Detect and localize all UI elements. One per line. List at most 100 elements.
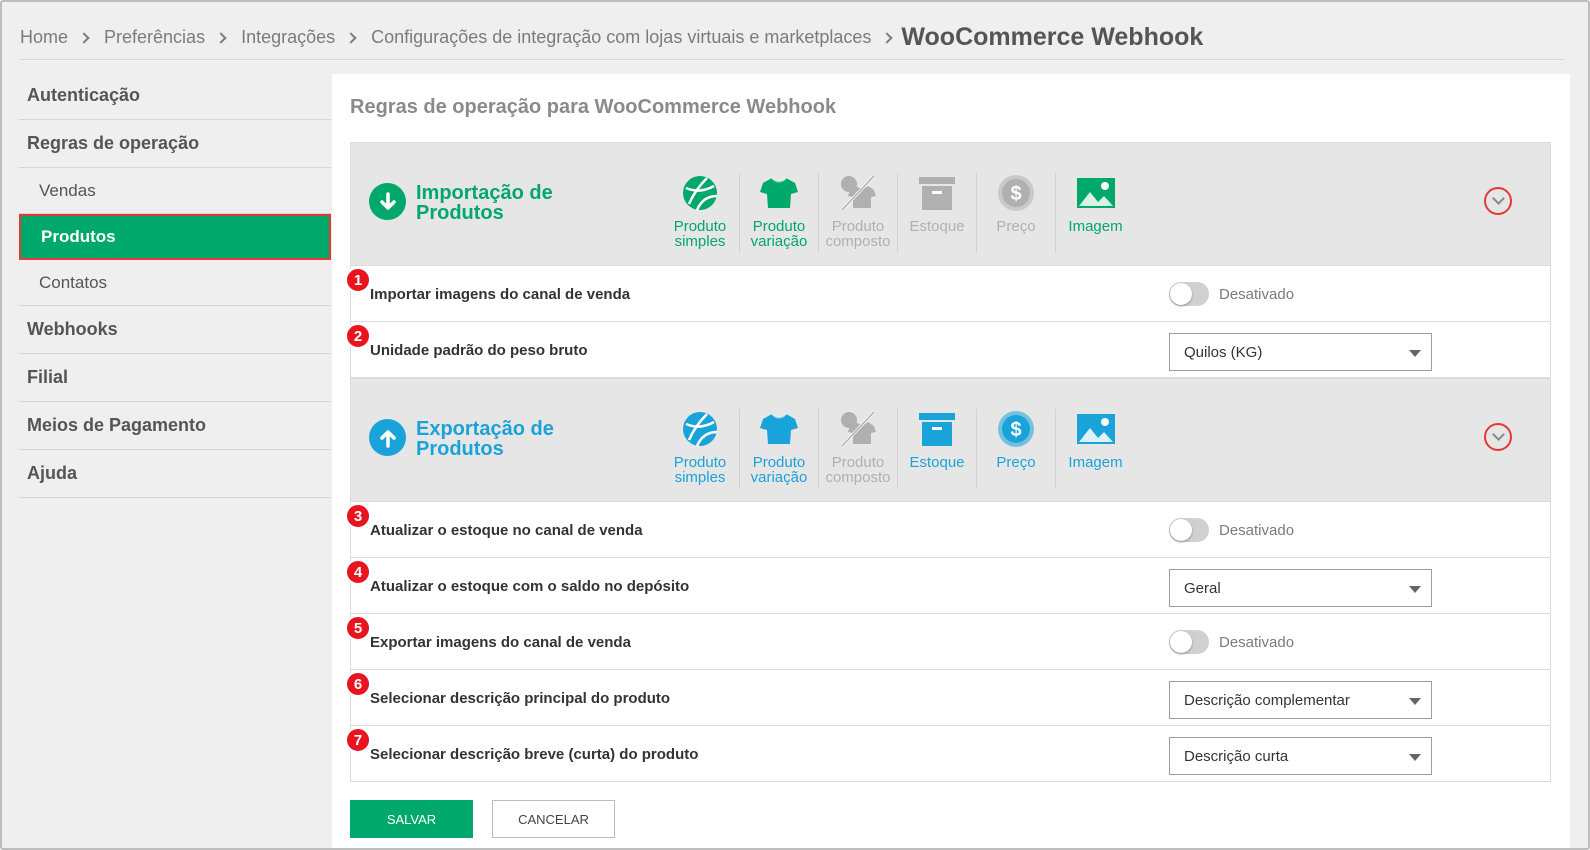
toggle-status: Desativado (1219, 521, 1295, 539)
setting-row-short-description: 7 Selecionar descrição breve (curta) do … (345, 726, 1550, 782)
breadcrumb-integrations[interactable]: Integrações (241, 27, 335, 48)
product-type-image[interactable]: Imagem (1056, 173, 1135, 253)
sidebar-item-contacts[interactable]: Contatos (19, 260, 331, 306)
product-type-label: Estoque (909, 218, 965, 235)
step-badge: 4 (345, 559, 371, 585)
product-type-image[interactable]: Imagem (1056, 409, 1135, 489)
step-badge: 5 (345, 615, 371, 641)
breadcrumb-preferences[interactable]: Preferências (104, 27, 205, 48)
main-description-select[interactable]: Descrição complementar (1169, 681, 1432, 719)
step-badge: 6 (345, 671, 371, 697)
sidebar-item-branch[interactable]: Filial (19, 354, 331, 402)
toggle-switch[interactable] (1169, 282, 1209, 306)
setting-row-update-stock: 3 Atualizar o estoque no canal de venda … (345, 502, 1550, 558)
dropdown-caret-icon (1409, 698, 1421, 705)
tshirt-icon (759, 409, 799, 449)
breadcrumb: Home Preferências Integrações Configuraç… (20, 16, 1564, 60)
image-icon (1076, 409, 1116, 449)
product-type-label: Preço (996, 218, 1036, 235)
sidebar-item-sales[interactable]: Vendas (19, 168, 331, 214)
sidebar-item-authentication[interactable]: Autenticação (19, 72, 331, 120)
product-type-label: Imagem (1068, 454, 1123, 471)
svg-text:$: $ (1010, 419, 1021, 441)
tshirt-icon (759, 173, 799, 213)
setting-label: Atualizar o estoque com o saldo no depós… (370, 578, 690, 595)
product-type-ball[interactable]: Produto simples (661, 173, 740, 253)
product-type-dollar[interactable]: $ Preço (977, 173, 1056, 253)
product-type-composite[interactable]: Produto composto (819, 409, 898, 489)
setting-row-stock-warehouse: 4 Atualizar o estoque com o saldo no dep… (345, 558, 1550, 614)
setting-row-export-images: 5 Exportar imagens do canal de venda Des… (345, 614, 1550, 670)
toggle-switch[interactable] (1169, 518, 1209, 542)
composite-icon (838, 409, 878, 449)
chevron-right-icon (215, 31, 227, 44)
product-type-tshirt[interactable]: Produto variação (740, 173, 819, 253)
setting-row-import-images: 1 Importar imagens do canal de venda Des… (345, 266, 1550, 322)
arrow-down-icon (369, 183, 406, 220)
dropdown-caret-icon (1409, 350, 1421, 357)
collapse-chevron-icon[interactable] (1484, 187, 1512, 215)
setting-label: Selecionar descrição breve (curta) do pr… (370, 746, 699, 763)
import-type-list: Produto simples Produto variação Produto comp… (661, 173, 1135, 253)
toggle-switch[interactable] (1169, 630, 1209, 654)
image-icon (1076, 173, 1116, 213)
product-type-label: Produto variação (750, 454, 808, 486)
import-images-toggle[interactable]: Desativado (1169, 282, 1294, 306)
chevron-right-icon (78, 31, 90, 44)
setting-label: Unidade padrão do peso bruto (370, 342, 588, 359)
step-badge: 7 (345, 727, 371, 753)
composite-icon (838, 173, 878, 213)
breadcrumb-integration-settings[interactable]: Configurações de integração com lojas vi… (371, 27, 871, 48)
toggle-status: Desativado (1219, 285, 1295, 303)
step-badge: 3 (345, 503, 371, 529)
dropdown-caret-icon (1409, 586, 1421, 593)
update-stock-toggle[interactable]: Desativado (1169, 518, 1294, 542)
weight-unit-select[interactable]: Quilos (KG) (1169, 333, 1432, 371)
setting-label: Selecionar descrição principal do produt… (370, 690, 671, 707)
product-type-label: Produto composto (825, 454, 891, 486)
sidebar-item-webhooks[interactable]: Webhooks (19, 306, 331, 354)
export-images-toggle[interactable]: Desativado (1169, 630, 1294, 654)
cancel-button[interactable]: CANCELAR (492, 800, 615, 838)
setting-row-weight-unit: 2 Unidade padrão do peso bruto Quilos (K… (345, 322, 1550, 378)
toggle-status: Desativado (1219, 633, 1295, 651)
product-type-label: Produto variação (750, 218, 808, 250)
product-type-dollar[interactable]: $ Preço (977, 409, 1056, 489)
page-title: WooCommerce Webhook (901, 23, 1204, 51)
export-type-list: Produto simples Produto variação Produto comp… (661, 409, 1135, 489)
sidebar-item-operation-rules[interactable]: Regras de operação (19, 120, 331, 168)
product-type-label: Produto simples (673, 218, 727, 250)
product-type-tshirt[interactable]: Produto variação (740, 409, 819, 489)
collapse-chevron-icon[interactable] (1484, 423, 1512, 451)
app-window: Home Preferências Integrações Configuraç… (0, 0, 1590, 850)
import-products-header: Importação de Produtos Produto simples Pro… (350, 142, 1551, 266)
export-products-title: Exportação de Produtos (416, 418, 554, 460)
step-badge: 2 (345, 323, 371, 349)
import-products-title: Importação de Produtos (416, 182, 553, 224)
product-type-composite[interactable]: Produto composto (819, 173, 898, 253)
box-icon (917, 173, 957, 213)
product-type-label: Produto composto (825, 218, 891, 250)
sidebar-item-products[interactable]: Produtos (19, 214, 331, 260)
dollar-icon: $ (996, 409, 1036, 449)
product-type-ball[interactable]: Produto simples (661, 409, 740, 489)
product-type-label: Produto simples (673, 454, 727, 486)
product-type-box[interactable]: Estoque (898, 173, 977, 253)
short-description-select[interactable]: Descrição curta (1169, 737, 1432, 775)
breadcrumb-home[interactable]: Home (20, 27, 68, 48)
product-type-label: Preço (996, 454, 1036, 471)
product-type-label: Estoque (909, 454, 965, 471)
sidebar-item-payment-methods[interactable]: Meios de Pagamento (19, 402, 331, 450)
main-panel: Regras de operação para WooCommerce Webh… (332, 74, 1570, 848)
product-type-box[interactable]: Estoque (898, 409, 977, 489)
chevron-right-icon (345, 31, 357, 44)
chevron-right-icon (881, 31, 894, 44)
sidebar-item-help[interactable]: Ajuda (19, 450, 331, 498)
warehouse-select[interactable]: Geral (1169, 569, 1432, 607)
setting-label: Exportar imagens do canal de venda (370, 634, 631, 651)
setting-label: Atualizar o estoque no canal de venda (370, 522, 643, 539)
import-settings: 1 Importar imagens do canal de venda Des… (345, 266, 1551, 378)
save-button[interactable]: SALVAR (350, 800, 473, 838)
svg-text:$: $ (1010, 183, 1021, 205)
box-icon (917, 409, 957, 449)
